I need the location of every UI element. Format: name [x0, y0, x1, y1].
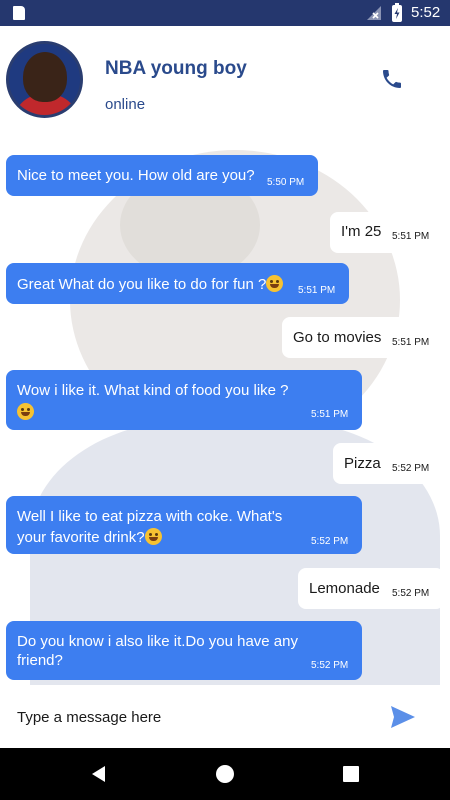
outgoing-message[interactable]: I'm 25 5:51 PM: [330, 212, 444, 253]
incoming-message[interactable]: Wow i like it. What kind of food you lik…: [6, 370, 362, 430]
message-text: Do you know i also like it.Do you have a…: [17, 633, 298, 650]
message-text: I'm 25: [341, 223, 382, 240]
message-time: 5:52 PM: [311, 660, 349, 671]
message-text: Go to movies: [293, 329, 382, 346]
message-text: Pizza: [344, 455, 381, 472]
message-text-line2: friend?: [17, 652, 63, 669]
outgoing-message[interactable]: Pizza 5:52 PM: [333, 443, 444, 484]
message-time: 5:51 PM: [311, 409, 349, 420]
message-text: Great What do you like to do for fun ?: [17, 275, 284, 294]
grinning-sweat-emoji: [266, 275, 284, 292]
message-time: 5:50 PM: [267, 177, 305, 188]
incoming-message[interactable]: Do you know i also like it.Do you have a…: [6, 621, 362, 680]
message-time: 5:52 PM: [392, 463, 430, 474]
send-icon[interactable]: [390, 705, 416, 729]
message-composer: [0, 685, 450, 748]
incoming-message[interactable]: Nice to meet you. How old are you? 5:50 …: [6, 155, 318, 196]
status-bar: 5:52: [0, 0, 450, 26]
message-input[interactable]: [6, 697, 366, 737]
avatar-face: [23, 52, 67, 102]
message-text: Lemonade: [309, 580, 380, 597]
message-text: Nice to meet you. How old are you?: [17, 167, 255, 184]
message-text: Well I like to eat pizza with coke. What…: [17, 508, 283, 525]
battery-charging-icon: [392, 3, 402, 22]
incoming-message[interactable]: Well I like to eat pizza with coke. What…: [6, 496, 362, 554]
phone-icon[interactable]: [380, 66, 404, 92]
outgoing-message[interactable]: Go to movies 5:51 PM: [282, 317, 444, 358]
recents-icon[interactable]: [343, 766, 359, 782]
drooling-emoji: [144, 528, 162, 545]
message-time: 5:51 PM: [392, 337, 430, 348]
sd-card-icon: [13, 6, 25, 20]
home-icon[interactable]: [216, 765, 234, 783]
contact-name: NBA young boy: [105, 58, 247, 79]
avatar[interactable]: [6, 41, 83, 118]
chat-header: NBA young boy online: [0, 26, 450, 130]
chat-area[interactable]: Nice to meet you. How old are you? 5:50 …: [0, 130, 450, 685]
message-time: 5:51 PM: [392, 231, 430, 242]
message-time: 5:52 PM: [392, 588, 430, 599]
drooling-emoji: [17, 403, 34, 420]
message-text: Wow i like it. What kind of food you lik…: [17, 382, 289, 399]
status-time: 5:52: [411, 4, 441, 21]
navigation-bar: [0, 748, 450, 800]
incoming-message[interactable]: Great What do you like to do for fun ? 5…: [6, 263, 349, 304]
message-time: 5:51 PM: [298, 285, 336, 296]
message-time: 5:52 PM: [311, 536, 349, 547]
contact-status: online: [105, 96, 146, 113]
outgoing-message[interactable]: Lemonade 5:52 PM: [298, 568, 444, 609]
back-icon[interactable]: [90, 765, 108, 783]
no-signal-icon: [367, 6, 381, 20]
message-text-line2: your favorite drink?: [17, 528, 162, 547]
